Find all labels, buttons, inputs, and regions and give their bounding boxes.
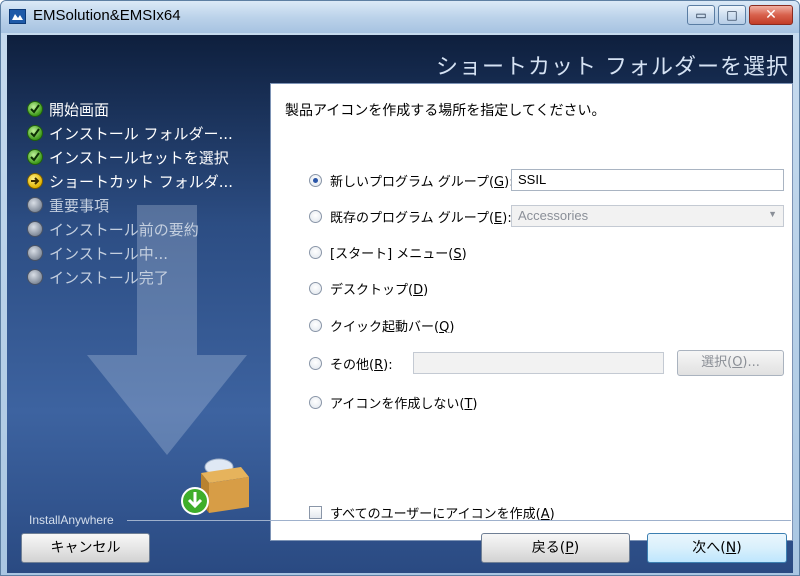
pending-dot-icon [27,269,43,285]
cancel-button[interactable]: キャンセル [21,533,150,563]
brand-label: InstallAnywhere [29,513,114,527]
browse-button[interactable]: 選択(O)... [677,350,784,376]
step-label: ショートカット フォルダ... [49,172,234,191]
pending-dot-icon [27,245,43,261]
step-label: 重要事項 [49,196,110,215]
new-group-radio[interactable] [309,173,322,187]
app-icon [9,9,26,24]
all-users-label: すべてのユーザーにアイコンを作成(A) [330,506,555,522]
other-label: その他(R): [330,357,393,373]
pending-dot-icon [27,197,43,213]
start-menu-radio[interactable] [309,245,322,259]
window-title: EMSolution&EMSIx64 [33,7,181,24]
installer-body: ショートカット フォルダーを選択 開始画面インストール フォルダー... インスト… [7,35,793,573]
new-group-option[interactable]: 新しいプログラム グループ(G): [309,169,514,191]
step-item: インストール完了 [27,265,265,289]
existing-group-select[interactable]: Accessories ▼ [511,205,784,227]
shortcut-options-panel: 製品アイコンを作成する場所を指定してください。 新しいプログラム グループ(G)… [270,83,793,541]
close-button[interactable]: ✕ [749,5,793,25]
back-button[interactable]: 戻る(P) [481,533,630,563]
existing-group-label: 既存のプログラム グループ(E): [330,210,512,226]
all-users-checkbox[interactable] [309,505,322,519]
title-bar[interactable]: EMSolution&EMSIx64 ▭ □ ✕ [1,1,799,33]
maximize-icon: □ [726,8,738,22]
all-users-option[interactable]: すべてのユーザーにアイコンを作成(A) [309,502,555,522]
minimize-button[interactable]: ▭ [687,5,715,25]
step-label: インストールセットを選択 [49,148,229,167]
quick-launch-option[interactable]: クイック起動バー(Q) [309,314,454,336]
new-group-label: 新しいプログラム グループ(G): [330,174,514,190]
checkmark-icon [27,125,43,141]
step-item: ショートカット フォルダ... [27,169,265,193]
arrow-right-icon [27,173,43,189]
maximize-button[interactable]: □ [718,5,746,25]
existing-group-value: Accessories [518,208,589,223]
footer-divider [127,520,791,521]
product-box-icon [181,458,249,515]
no-icon-option[interactable]: アイコンを作成しない(T) [309,391,477,413]
no-icon-label: アイコンを作成しない(T) [330,396,478,412]
other-path-input[interactable] [413,352,664,374]
step-item: 開始画面 [27,97,265,121]
existing-group-option[interactable]: 既存のプログラム グループ(E): [309,205,512,227]
installer-window: EMSolution&EMSIx64 ▭ □ ✕ ショートカット フォルダーを選… [0,0,800,576]
step-label: 開始画面 [49,100,110,119]
instruction-text: 製品アイコンを作成する場所を指定してください。 [285,103,606,119]
other-option[interactable]: その他(R): [309,352,393,374]
quick-launch-radio[interactable] [309,318,322,332]
page-title: ショートカット フォルダーを選択 [436,55,789,80]
pending-dot-icon [27,221,43,237]
step-label: インストール完了 [49,268,169,287]
step-label: インストール フォルダー... [49,124,233,143]
checkmark-icon [27,149,43,165]
step-label: インストール中... [49,244,169,263]
start-menu-label: [スタート] メニュー(S) [330,246,467,262]
no-icon-radio[interactable] [309,395,322,409]
chevron-down-icon: ▼ [768,209,777,219]
step-item: 重要事項 [27,193,265,217]
minimize-icon: ▭ [695,8,707,22]
next-button[interactable]: 次へ(N) [647,533,787,563]
step-label: インストール前の要約 [49,220,199,239]
step-list: 開始画面インストール フォルダー... インストールセットを選択 ショートカット フ… [27,97,265,289]
new-group-input[interactable]: SSIL [511,169,784,191]
desktop-option[interactable]: デスクトップ(D) [309,277,428,299]
step-item: インストール前の要約 [27,217,265,241]
step-item: インストール中... [27,241,265,265]
close-icon: ✕ [765,7,777,23]
checkmark-icon [27,101,43,117]
quick-launch-label: クイック起動バー(Q) [330,319,455,335]
desktop-label: デスクトップ(D) [330,282,429,298]
step-item: インストールセットを選択 [27,145,265,169]
step-item: インストール フォルダー... [27,121,265,145]
other-radio[interactable] [309,356,322,370]
existing-group-radio[interactable] [309,209,322,223]
start-menu-option[interactable]: [スタート] メニュー(S) [309,241,467,263]
desktop-radio[interactable] [309,281,322,295]
